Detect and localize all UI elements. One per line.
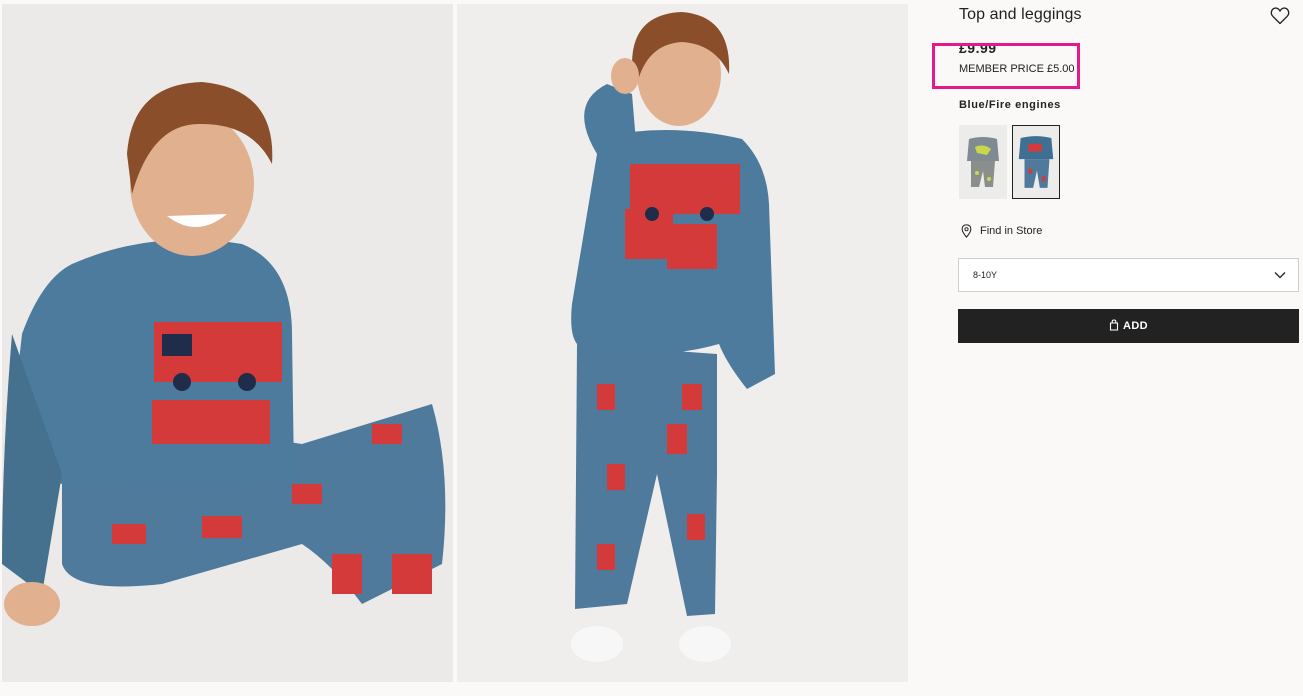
- find-in-store-label: Find in Store: [980, 225, 1043, 237]
- color-swatch-grey[interactable]: [959, 125, 1007, 199]
- product-image-standing[interactable]: [457, 4, 908, 682]
- size-select-value: 8-10Y: [973, 270, 998, 280]
- product-title: Top and leggings: [959, 6, 1082, 23]
- product-image-sitting[interactable]: [2, 4, 453, 682]
- add-to-bag-button[interactable]: ADD: [958, 309, 1299, 343]
- location-pin-icon: [961, 224, 972, 238]
- size-select[interactable]: 8-10Y: [958, 258, 1299, 292]
- add-button-label: ADD: [1122, 320, 1149, 332]
- color-name: Blue/Fire engines: [959, 99, 1061, 111]
- product-page: Top and leggings £9.99 MEMBER PRICE £5.0…: [0, 0, 1303, 696]
- product-info-panel: Top and leggings £9.99 MEMBER PRICE £5.0…: [932, 0, 1300, 696]
- find-in-store-link[interactable]: Find in Store: [961, 223, 1042, 239]
- chevron-down-icon: [1274, 266, 1286, 284]
- shopping-bag-icon: [1109, 318, 1119, 334]
- color-swatch-blue-fire-engines[interactable]: [1012, 125, 1060, 199]
- member-price-highlight: [932, 43, 1080, 89]
- heart-icon[interactable]: [1270, 6, 1290, 26]
